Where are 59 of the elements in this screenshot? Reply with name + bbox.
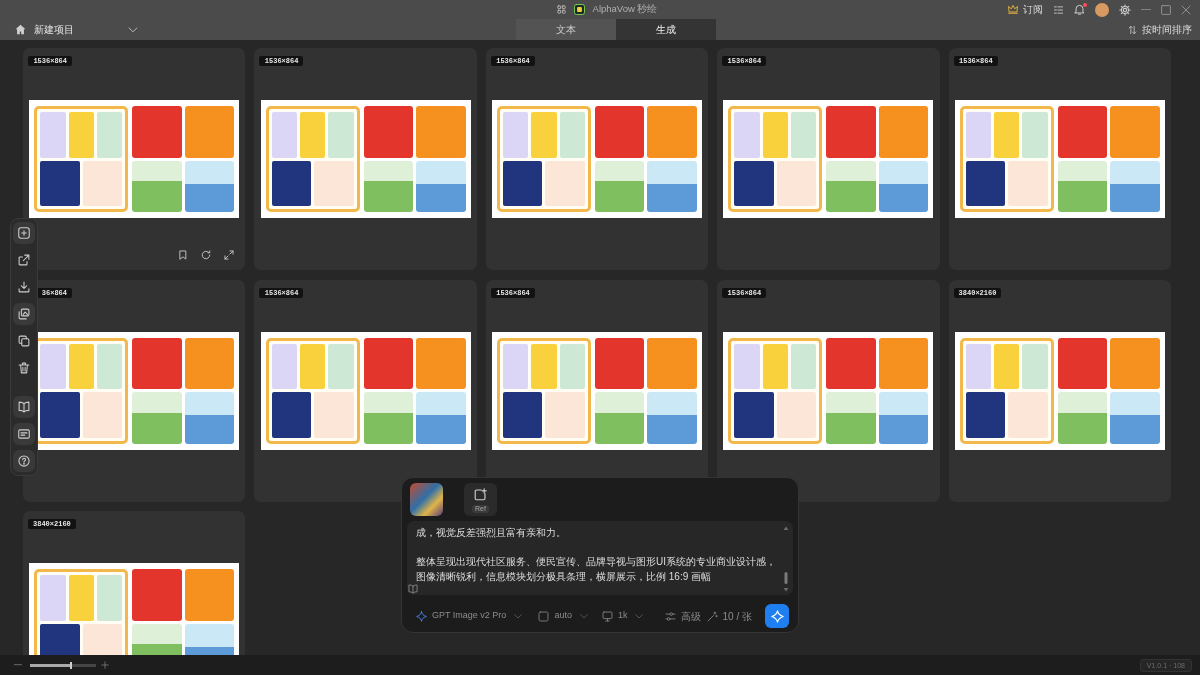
scrollbar[interactable] — [783, 526, 789, 592]
sparkle-icon — [416, 610, 427, 622]
chevron-down-icon — [514, 613, 523, 619]
copy-icon — [18, 335, 30, 347]
wand-icon — [706, 610, 718, 622]
toolbar-button[interactable] — [13, 423, 35, 445]
zoom-in-icon[interactable] — [101, 661, 109, 669]
bookmark-icon[interactable] — [178, 250, 189, 260]
toolbar-button[interactable] — [13, 396, 35, 418]
settings-icon[interactable] — [1119, 3, 1131, 16]
generate-button[interactable] — [765, 604, 789, 628]
model-dropdown[interactable]: GPT Image v2 Pro — [416, 609, 523, 623]
list-icon[interactable] — [1053, 4, 1064, 15]
project-dropdown[interactable]: 新建项目 — [34, 22, 138, 37]
refresh-icon[interactable] — [201, 250, 212, 260]
book-icon[interactable] — [408, 584, 418, 594]
user-avatar[interactable] — [1095, 2, 1109, 17]
prompt-field[interactable]: 成，视觉反差强烈且富有亲和力。 整体呈现出现代社区服务、便民宣传、品牌导视与图形UI系统的专业商业设计感，图像清晰锐利，信息模块划分极具条理，横屏展示，比例 16:9 画幅 — [407, 521, 793, 595]
trash-icon — [18, 362, 30, 374]
close-icon[interactable] — [1181, 4, 1191, 15]
zoom-slider-thumb[interactable] — [69, 661, 72, 669]
toolbar-button[interactable] — [13, 303, 35, 325]
aspect-ratio-dropdown[interactable]: auto — [538, 609, 588, 623]
add-image-icon — [18, 227, 30, 239]
prompt-paragraph: 整体呈现出现代社区服务、便民宣传、品牌导视与图形UI系统的专业商业设计感，图像清晰锐利，信息模块划分极具条理，横屏展示，比例 16:9 画幅 — [416, 555, 777, 584]
resolution-dropdown[interactable]: 1k — [601, 609, 644, 623]
quantity-button[interactable]: 10 / 张 — [706, 608, 752, 624]
image-stack-icon — [18, 308, 30, 320]
app-logo-icon — [573, 4, 585, 15]
home-icon[interactable] — [15, 24, 26, 35]
advanced-settings-button[interactable]: 高级 — [664, 608, 701, 624]
tab[interactable]: 文本 — [516, 19, 616, 40]
prompt-paragraph: 成，视觉反差强烈且富有亲和力。 — [416, 526, 567, 540]
chevron-down-icon — [635, 613, 644, 619]
grid-icon[interactable] — [556, 5, 566, 14]
image-plus-icon — [474, 488, 487, 501]
notification-bell-icon[interactable] — [1074, 4, 1085, 15]
toolbar-button[interactable] — [13, 450, 35, 472]
maximize-icon[interactable] — [1161, 4, 1171, 15]
sort-button[interactable]: 按时间排序 — [1128, 22, 1192, 37]
monitor-icon — [601, 610, 613, 622]
chevron-down-icon — [128, 26, 138, 33]
photo-placeholder[interactable] — [410, 483, 443, 516]
chevron-down-icon — [579, 613, 588, 619]
tab[interactable]: 生成 — [616, 19, 716, 40]
help-icon — [18, 455, 30, 467]
download-icon — [18, 281, 30, 293]
window-title: AlphaVow 秒绘 — [592, 2, 658, 17]
export-icon — [18, 254, 30, 266]
crown-icon — [1007, 4, 1019, 15]
toolbar-button[interactable] — [13, 222, 35, 244]
square-icon — [538, 610, 550, 622]
sparkle-icon — [770, 609, 784, 623]
book-icon — [18, 401, 30, 413]
subscribe-button[interactable]: 订阅 — [1007, 4, 1043, 15]
sliders-icon — [664, 610, 676, 622]
expand-icon[interactable] — [224, 250, 235, 260]
sort-icon — [1128, 24, 1137, 35]
frame-icon — [18, 428, 30, 440]
